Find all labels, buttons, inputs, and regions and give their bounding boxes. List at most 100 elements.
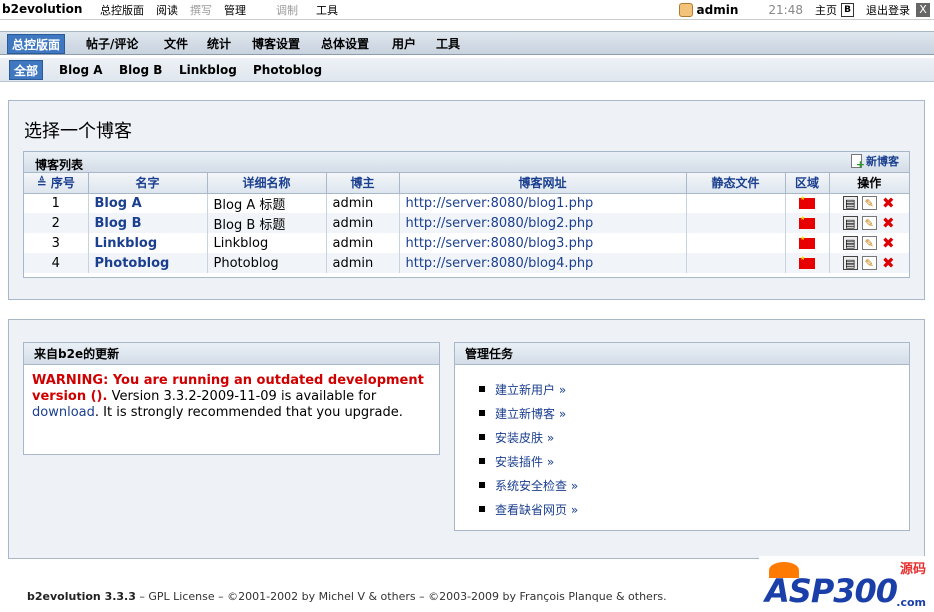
row-name[interactable]: Linkblog (88, 233, 208, 253)
home-link[interactable]: 主页 (815, 2, 837, 18)
col-static-file[interactable]: 静态文件 (686, 173, 786, 194)
row-static-file (686, 213, 786, 233)
tab-dashboard[interactable]: 总控版面 (7, 34, 66, 54)
blog-table: ≜ 序号 名字 详细名称 博主 博客网址 静态文件 区域 操作 1 Blog A… (24, 173, 909, 273)
updates-message: WARNING: You are running an outdated dev… (24, 365, 439, 421)
blog-list-box: 博客列表 新博客 ≜ 序号 名字 详细名称 博主 博客网址 静态文件 区域 操作… (23, 151, 910, 278)
top-bar: b2evolution 总控版面 阅读 撰写 管理 调制 工具 admin 21… (0, 0, 934, 20)
tab-files[interactable]: 文件 (160, 34, 192, 54)
top-menu-manage[interactable]: 管理 (224, 2, 246, 18)
row-fullname: Photoblog (207, 253, 327, 273)
row-url[interactable]: http://server:8080/blog2.php (399, 213, 687, 233)
watermark-logo: ASP300 源码 .com (759, 556, 934, 612)
subtab-photoblog[interactable]: Photoblog (249, 60, 326, 80)
col-actions: 操作 (829, 173, 909, 194)
bullet-icon (479, 410, 485, 416)
top-menu-customize[interactable]: 调制 (276, 2, 298, 18)
row-id: 1 (24, 193, 89, 213)
row-actions: ▤ ✎ ✖ (829, 193, 909, 213)
subtab-linkblog[interactable]: Linkblog (175, 60, 241, 80)
bullet-icon (479, 434, 485, 440)
tab-users[interactable]: 用户 (388, 34, 420, 54)
col-fullname[interactable]: 详细名称 (207, 173, 327, 194)
task-install-plugin[interactable]: 安装插件 » (479, 449, 909, 473)
edit-icon[interactable]: ✎ (861, 236, 877, 250)
top-menu-tools[interactable]: 工具 (316, 2, 338, 18)
china-flag-icon (799, 195, 815, 209)
page-title: 选择一个博客 (24, 121, 132, 142)
col-locale[interactable]: 区域 (785, 173, 830, 194)
logout-link[interactable]: 退出登录 (866, 2, 910, 18)
blog-list-title: 博客列表 (35, 158, 84, 172)
properties-icon[interactable]: ▤ (842, 216, 858, 230)
row-locale (785, 213, 830, 233)
current-user[interactable]: admin (697, 3, 739, 17)
row-fullname: Linkblog (207, 233, 327, 253)
properties-icon[interactable]: ▤ (842, 256, 858, 270)
task-label: 建立新用户 » (495, 382, 567, 397)
watermark-cn: 源码 (899, 562, 926, 577)
new-blog-button[interactable]: 新博客 (851, 153, 899, 171)
delete-icon[interactable]: ✖ (881, 196, 896, 211)
task-new-blog[interactable]: 建立新博客 » (479, 401, 909, 425)
col-name[interactable]: 名字 (88, 173, 208, 194)
row-locale (785, 253, 830, 273)
bullet-icon (479, 458, 485, 464)
col-id[interactable]: ≜ 序号 (24, 173, 89, 194)
row-name[interactable]: Blog B (88, 213, 208, 233)
task-new-user[interactable]: 建立新用户 » (479, 377, 909, 401)
delete-icon[interactable]: ✖ (881, 236, 896, 251)
footer-version[interactable]: b2evolution 3.3.3 (27, 590, 136, 603)
col-url[interactable]: 博客网址 (399, 173, 687, 194)
row-actions: ▤ ✎ ✖ (829, 233, 909, 253)
footer: b2evolution 3.3.3 – GPL License – ©2001-… (27, 590, 667, 603)
task-label: 查看缺省网页 » (495, 502, 579, 517)
row-url[interactable]: http://server:8080/blog4.php (399, 253, 687, 273)
task-install-skin[interactable]: 安装皮肤 » (479, 425, 909, 449)
tab-stats[interactable]: 统计 (203, 34, 235, 54)
top-menu-read[interactable]: 阅读 (156, 2, 178, 18)
row-name[interactable]: Photoblog (88, 253, 208, 273)
row-static-file (686, 253, 786, 273)
subtab-all[interactable]: 全部 (9, 60, 44, 80)
table-row: 4 Photoblog Photoblog admin http://serve… (24, 253, 909, 273)
task-view-default-page[interactable]: 查看缺省网页 » (479, 497, 909, 521)
edit-icon[interactable]: ✎ (861, 196, 877, 211)
tab-global-settings[interactable]: 总体设置 (317, 34, 373, 54)
row-locale (785, 193, 830, 213)
table-row: 1 Blog A Blog A 标题 admin http://server:8… (24, 193, 909, 213)
china-flag-icon (799, 235, 815, 249)
blog-icon[interactable]: B (841, 3, 854, 17)
new-blog-label: 新博客 (866, 155, 899, 168)
properties-icon[interactable]: ▤ (842, 236, 858, 250)
download-link[interactable]: download (32, 405, 95, 420)
edit-icon[interactable]: ✎ (861, 256, 877, 270)
edit-icon[interactable]: ✎ (861, 216, 877, 230)
tab-posts-comments[interactable]: 帖子/评论 (82, 34, 142, 54)
top-menu-write[interactable]: 撰写 (190, 2, 212, 18)
admin-task-list: 建立新用户 » 建立新博客 » 安装皮肤 » 安装插件 » 系统安全检查 » 查… (455, 365, 909, 521)
row-static-file (686, 193, 786, 213)
tab-tools[interactable]: 工具 (432, 34, 464, 54)
task-label: 安装插件 » (495, 454, 555, 469)
close-icon[interactable]: X (916, 3, 930, 17)
blog-select-panel: 选择一个博客 博客列表 新博客 ≜ 序号 名字 详细名称 博主 博客网址 静态文… (8, 100, 925, 300)
row-owner: admin (326, 213, 400, 233)
top-menu-dashboard[interactable]: 总控版面 (100, 2, 144, 18)
col-owner[interactable]: 博主 (326, 173, 400, 194)
new-page-icon (851, 154, 865, 171)
bullet-icon (479, 482, 485, 488)
subtab-blog-b[interactable]: Blog B (115, 60, 166, 80)
row-name[interactable]: Blog A (88, 193, 208, 213)
brand-name[interactable]: b2evolution (2, 2, 82, 16)
delete-icon[interactable]: ✖ (881, 256, 896, 271)
tab-blog-settings[interactable]: 博客设置 (248, 34, 304, 54)
row-url[interactable]: http://server:8080/blog1.php (399, 193, 687, 213)
properties-icon[interactable]: ▤ (842, 196, 858, 211)
task-security-check[interactable]: 系统安全检查 » (479, 473, 909, 497)
subtab-blog-a[interactable]: Blog A (55, 60, 107, 80)
main-nav: 总控版面 帖子/评论 文件 统计 博客设置 总体设置 用户 工具 (0, 31, 934, 55)
delete-icon[interactable]: ✖ (881, 216, 896, 231)
updates-box: 来自b2e的更新 WARNING: You are running an out… (23, 342, 440, 455)
row-url[interactable]: http://server:8080/blog3.php (399, 233, 687, 253)
